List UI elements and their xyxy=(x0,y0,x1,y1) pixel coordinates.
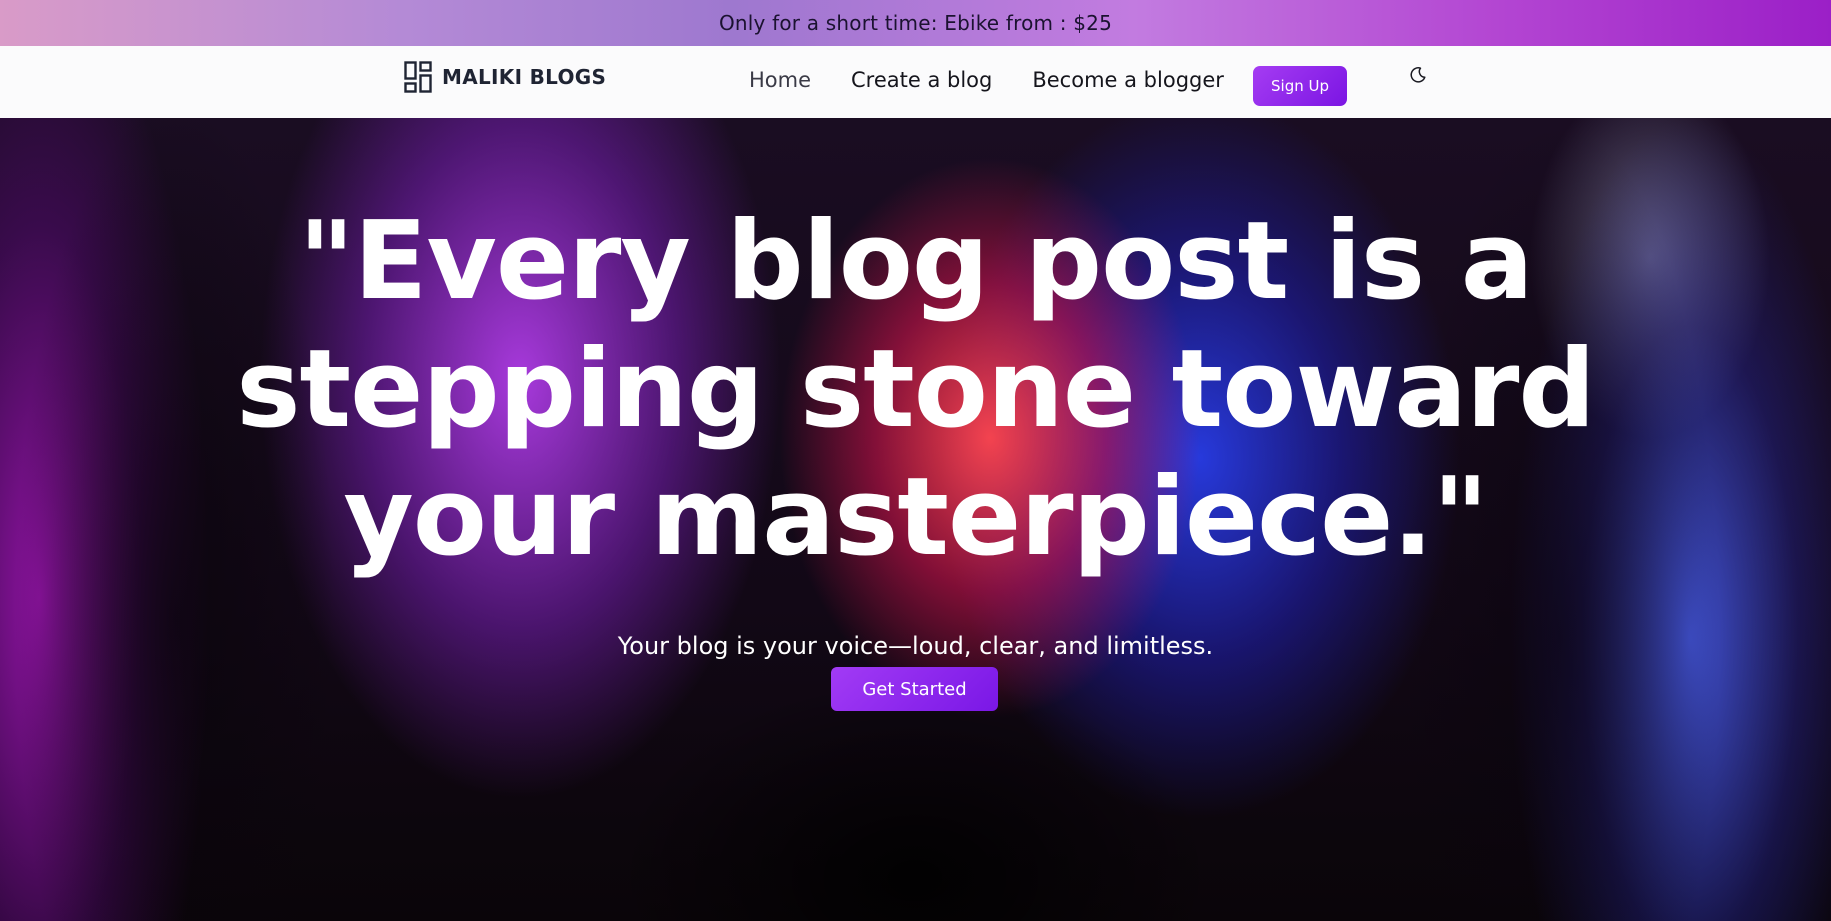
nav-link-create-blog[interactable]: Create a blog xyxy=(851,68,992,92)
hero-section: "Every blog post is a stepping stone tow… xyxy=(0,118,1831,921)
nav-link-home[interactable]: Home xyxy=(749,68,811,92)
sign-up-button[interactable]: Sign Up xyxy=(1253,66,1347,106)
brand-name: MALIKI BLOGS xyxy=(442,65,607,89)
promo-text: Only for a short time: Ebike from : $25 xyxy=(718,11,1113,35)
brand-logo-link[interactable]: MALIKI BLOGS xyxy=(404,61,606,93)
promo-banner: Only for a short time: Ebike from : $25 xyxy=(0,0,1831,46)
hero-subtitle: Your blog is your voice—loud, clear, and… xyxy=(617,632,1214,660)
moon-icon[interactable] xyxy=(1409,66,1427,84)
nav-link-become-blogger[interactable]: Become a blogger xyxy=(1032,68,1224,92)
headline-line: stepping stone toward xyxy=(236,327,1595,452)
get-started-button[interactable]: Get Started xyxy=(831,667,998,711)
headline-line: "Every blog post is a xyxy=(298,199,1533,324)
hero-headline: "Every blog post is a stepping stone tow… xyxy=(0,198,1831,582)
dashboard-grid-icon xyxy=(404,61,432,93)
navbar: MALIKI BLOGS Home Create a blog Become a… xyxy=(0,46,1831,118)
headline-line: your masterpiece." xyxy=(343,455,1488,580)
main-nav: Home Create a blog Become a blogger xyxy=(749,68,1224,92)
